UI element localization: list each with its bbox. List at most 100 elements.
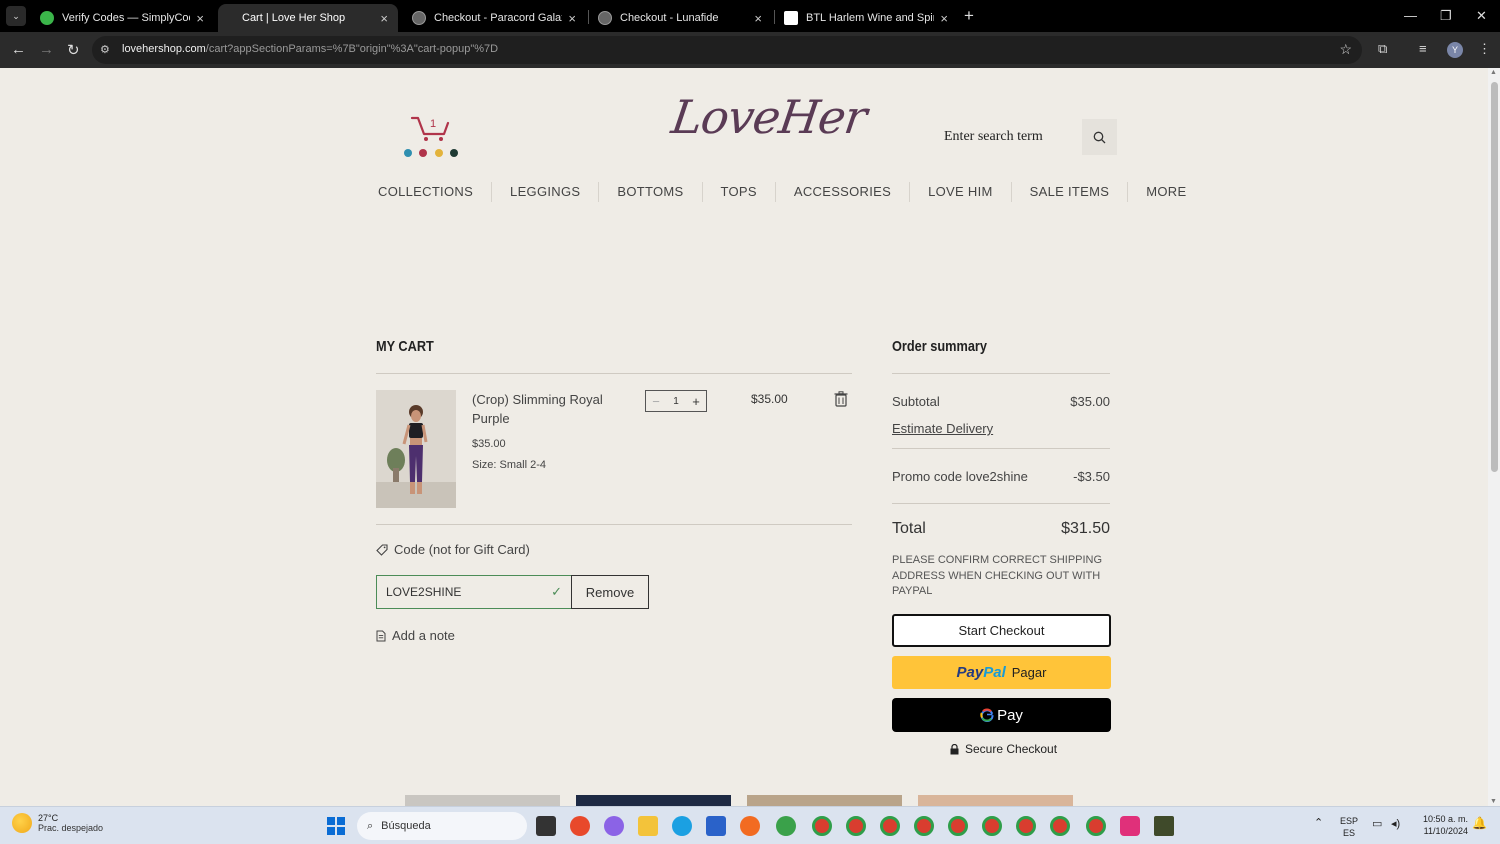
add-note-link[interactable]: Add a note	[376, 628, 455, 643]
paypal-logo: PayPal	[956, 664, 1006, 681]
new-tab-plus-icon[interactable]: +	[964, 6, 974, 26]
minimize-icon[interactable]: —	[1404, 8, 1417, 23]
product-size: Size: Small 2-4	[472, 459, 546, 471]
menu-kebab-icon[interactable]: ⋮	[1478, 41, 1491, 57]
chrome-profile-icon[interactable]	[914, 816, 934, 836]
recommended-thumb[interactable]	[405, 795, 560, 806]
site-info-icon[interactable]: ⚙	[100, 43, 114, 57]
nav-love-him[interactable]: LOVE HIM	[909, 182, 1011, 202]
trash-icon[interactable]	[834, 391, 848, 407]
bookmark-star-icon[interactable]: ☆	[1339, 41, 1352, 58]
sun-icon	[12, 813, 32, 833]
subtotal-row: Subtotal $35.00	[892, 394, 1110, 409]
network-icon[interactable]: ▭	[1372, 818, 1382, 830]
pink-robot-app-icon[interactable]	[1120, 816, 1140, 836]
close-tab-icon[interactable]: ×	[940, 11, 948, 26]
globe-icon	[598, 11, 612, 25]
chrome-profile-icon[interactable]	[948, 816, 968, 836]
edge-icon[interactable]	[672, 816, 692, 836]
decrease-quantity-button[interactable]: −	[646, 394, 666, 409]
file-explorer-icon[interactable]	[638, 816, 658, 836]
discount-code-input[interactable]	[377, 576, 537, 608]
tab-verify-codes[interactable]: Verify Codes — SimplyCodes ×	[30, 4, 214, 32]
forward-arrow-icon[interactable]: →	[39, 41, 54, 58]
tab-search-dropdown[interactable]: ⌄	[6, 6, 26, 26]
copilot-icon[interactable]	[604, 816, 624, 836]
close-tab-icon[interactable]: ×	[754, 11, 762, 26]
total-label: Total	[892, 520, 926, 537]
profile-avatar[interactable]: Y	[1447, 42, 1463, 58]
chrome-profile-icon[interactable]	[982, 816, 1002, 836]
nav-collections[interactable]: COLLECTIONS	[366, 182, 491, 202]
windows-start-icon[interactable]	[327, 817, 345, 835]
firefox-icon[interactable]	[740, 816, 760, 836]
discount-code-label: Code (not for Gift Card)	[376, 542, 530, 557]
tab-checkout-lunafide[interactable]: Checkout - Lunafide ×	[588, 4, 772, 32]
volume-icon[interactable]: ◂)	[1391, 818, 1400, 830]
paypal-button[interactable]: PayPal Pagar	[892, 656, 1111, 689]
start-checkout-button[interactable]: Start Checkout	[892, 614, 1111, 647]
scroll-down-arrow-icon[interactable]: ▼	[1490, 798, 1497, 805]
promo-label: Promo code love2shine	[892, 469, 1028, 484]
media-control-icon[interactable]: ≡	[1419, 41, 1427, 56]
notification-bell-icon[interactable]: 🔔	[1472, 817, 1487, 829]
app-u-icon[interactable]	[776, 816, 796, 836]
nav-bottoms[interactable]: BOTTOMS	[598, 182, 701, 202]
ea-app-icon[interactable]	[570, 816, 590, 836]
search-input[interactable]	[934, 119, 1082, 155]
nav-leggings[interactable]: LEGGINGS	[491, 182, 598, 202]
back-arrow-icon[interactable]: ←	[11, 41, 26, 58]
tab-btl-harlem[interactable]: BTL Harlem Wine and Spirits , H ×	[774, 4, 958, 32]
total-value: $31.50	[1061, 520, 1110, 537]
chrome-profile-icon[interactable]	[846, 816, 866, 836]
estimate-delivery-link[interactable]: Estimate Delivery	[892, 421, 993, 436]
close-tab-icon[interactable]: ×	[196, 11, 204, 26]
os-taskbar: 27°C Prac. despejado ⌕ Búsqueda ⌃ ESP ES…	[0, 806, 1500, 844]
system-clock[interactable]: 10:50 a. m. 11/10/2024	[1414, 813, 1468, 837]
site-logo[interactable]: LoveHer	[668, 90, 869, 144]
chrome-icon[interactable]	[812, 816, 832, 836]
close-window-icon[interactable]: ✕	[1476, 8, 1487, 24]
language-indicator[interactable]: ESP ES	[1340, 815, 1358, 839]
weather-widget[interactable]: 27°C Prac. despejado	[12, 813, 103, 833]
google-pay-button[interactable]: Pay	[892, 698, 1111, 732]
extensions-icon[interactable]: ⧉	[1378, 41, 1387, 57]
cart-icon[interactable]: 1	[402, 112, 464, 162]
chrome-profile-icon[interactable]	[1050, 816, 1070, 836]
page-scrollbar[interactable]: ▲ ▼	[1488, 68, 1500, 806]
recommended-thumb[interactable]	[747, 795, 902, 806]
product-name-link[interactable]: (Crop) Slimming Royal Purple	[472, 390, 632, 428]
nav-accessories[interactable]: ACCESSORIES	[774, 182, 909, 202]
nav-sale-items[interactable]: SALE ITEMS	[1010, 182, 1128, 202]
recommended-thumb[interactable]	[918, 795, 1073, 806]
tab-cart-love-her[interactable]: Cart | Love Her Shop ×	[218, 4, 398, 32]
nav-more[interactable]: MORE	[1127, 182, 1204, 202]
restore-icon[interactable]: ❐	[1440, 8, 1452, 24]
subtotal-value: $35.00	[1070, 394, 1110, 409]
close-tab-icon[interactable]: ×	[380, 11, 388, 26]
tag-icon	[376, 543, 388, 556]
quantity-value[interactable]: 1	[666, 396, 686, 407]
chrome-profile-icon[interactable]	[880, 816, 900, 836]
increase-quantity-button[interactable]: +	[686, 394, 706, 409]
task-view-icon[interactable]	[536, 816, 556, 836]
reload-icon[interactable]: ↻	[67, 41, 80, 59]
remove-code-button[interactable]: Remove	[571, 575, 649, 609]
secure-checkout-note: Secure Checkout	[950, 742, 1057, 756]
close-tab-icon[interactable]: ×	[568, 11, 576, 26]
store-icon[interactable]	[706, 816, 726, 836]
taskbar-search[interactable]: ⌕ Búsqueda	[357, 812, 527, 840]
scroll-thumb[interactable]	[1491, 82, 1498, 472]
product-image[interactable]	[376, 390, 456, 508]
chrome-profile-icon[interactable]	[1086, 816, 1106, 836]
address-bar[interactable]: ⚙ lovehershop.com/cart?appSectionParams=…	[92, 36, 1362, 64]
web-page: 1 LoveHer COLLECTIONS LEGGINGS BOTTOMS T…	[0, 68, 1500, 806]
recommended-thumb[interactable]	[576, 795, 731, 806]
terminal-app-icon[interactable]	[1154, 816, 1174, 836]
nav-tops[interactable]: TOPS	[701, 182, 775, 202]
chrome-profile-icon[interactable]	[1016, 816, 1036, 836]
tab-checkout-paracord[interactable]: Checkout - Paracord Galaxy ×	[402, 4, 586, 32]
search-button[interactable]	[1082, 119, 1117, 155]
scroll-up-arrow-icon[interactable]: ▲	[1490, 69, 1497, 76]
show-hidden-icons-chevron-icon[interactable]: ⌃	[1314, 817, 1323, 829]
